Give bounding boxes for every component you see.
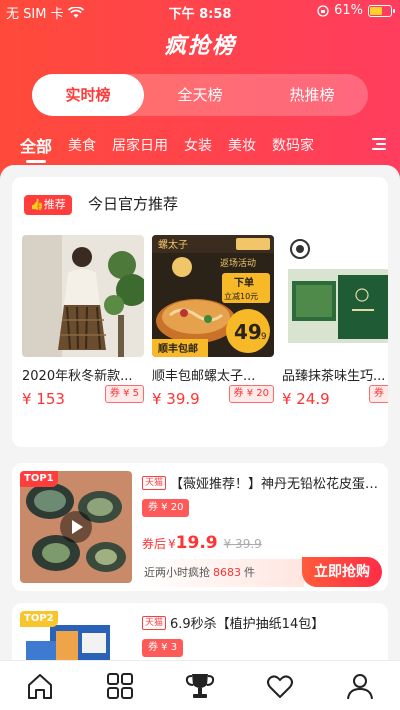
product-image[interactable] bbox=[282, 235, 388, 357]
category-tabs: 全部 美食 居家日用 女装 美妆 数码家 bbox=[0, 130, 400, 163]
coupon-badge: 券 ¥ 20 bbox=[228, 385, 274, 403]
sold-count: 8683 bbox=[213, 566, 241, 579]
orientation-lock-icon bbox=[317, 4, 329, 17]
category-household[interactable]: 居家日用 bbox=[112, 135, 168, 155]
category-digital[interactable]: 数码家 bbox=[272, 135, 314, 155]
product-name: 顺丰包邮螺太子... bbox=[152, 369, 256, 384]
product-title[interactable]: 6.9秒杀【植护抽纸14包】 bbox=[170, 613, 382, 632]
ranking-segment-control: 实时榜 全天榜 热推榜 bbox=[32, 74, 368, 116]
product-title[interactable]: 【薇娅推荐！】神丹无铅松花皮蛋2... bbox=[170, 473, 382, 492]
grid-icon[interactable] bbox=[100, 666, 140, 706]
final-price: 19.9 bbox=[175, 533, 218, 553]
original-price: ¥ 39.9 bbox=[223, 537, 262, 551]
bottom-tab-bar bbox=[0, 660, 400, 710]
list-item[interactable]: TOP2 天猫 6.9秒杀【植护抽纸14包】 券 ¥ 3 bbox=[12, 603, 388, 660]
coupon-badge: 券 ¥ 3 bbox=[142, 639, 184, 657]
coupon-badge: 券 ¥ 5 bbox=[104, 385, 144, 403]
after-coupon-label: 券后 bbox=[142, 537, 167, 551]
rank-badge: TOP1 bbox=[20, 471, 58, 487]
currency-symbol: ¥ bbox=[168, 537, 176, 551]
battery-percent: 61% bbox=[334, 3, 363, 18]
heart-icon[interactable] bbox=[260, 666, 300, 706]
thumbs-up-icon: 👍 bbox=[30, 198, 44, 211]
coupon-badge: 券 ¥ 20 bbox=[142, 499, 190, 517]
coupon-badge: 券 ¥ 3 bbox=[368, 385, 388, 403]
rank-badge: TOP2 bbox=[20, 611, 58, 627]
promo-tag-text: 返场活动 bbox=[220, 257, 256, 269]
list-item[interactable]: TOP1 天猫 【薇娅推荐！】神丹无铅松花皮蛋2... 券 ¥ 20 券后 ¥19… bbox=[12, 463, 388, 591]
product-image[interactable] bbox=[22, 235, 144, 357]
user-icon[interactable] bbox=[340, 666, 380, 706]
status-bar: 无 SIM 卡 下午 8:58 61% bbox=[0, 0, 400, 22]
trophy-icon[interactable] bbox=[180, 666, 220, 706]
shop-badge: 天猫 bbox=[142, 616, 167, 630]
product-image[interactable]: TOP2 bbox=[20, 611, 132, 660]
recommend-product[interactable]: 2020年秋冬新款... ¥ 153 券 ¥ 5 bbox=[22, 235, 144, 408]
promo-price-decimal: .9 bbox=[258, 332, 267, 342]
category-womens-wear[interactable]: 女装 bbox=[184, 135, 212, 155]
home-icon[interactable] bbox=[20, 666, 60, 706]
page-title: 疯抢榜 bbox=[163, 34, 236, 59]
product-name: 2020年秋冬新款... bbox=[22, 369, 133, 384]
sold-count-bar: 近两小时疯抢 8683 件 bbox=[138, 559, 304, 587]
product-image[interactable]: TOP1 bbox=[20, 471, 132, 583]
recommend-product[interactable]: 品臻抹茶味生巧... ¥ 24.9 券 ¥ 3 bbox=[282, 235, 388, 408]
product-name: 品臻抹茶味生巧... bbox=[282, 369, 386, 384]
buy-now-button[interactable]: 立即抢购 bbox=[302, 557, 382, 587]
category-menu-icon[interactable] bbox=[364, 132, 392, 156]
product-image[interactable]: 螺太子 返场活动 下单 立减10元 顺丰包邮 49 .9 bbox=[152, 235, 274, 357]
shop-badge: 天猫 bbox=[142, 476, 167, 490]
promo-cta-line2: 立减10元 bbox=[224, 291, 258, 301]
promo-brand-text: 螺太子 bbox=[158, 238, 188, 251]
category-beauty[interactable]: 美妆 bbox=[228, 135, 256, 155]
header: 无 SIM 卡 下午 8:58 61% 疯抢榜 实时榜 全天榜 热推榜 全部 美… bbox=[0, 0, 400, 185]
promo-cta-line1: 下单 bbox=[234, 276, 254, 289]
content-area: 👍推荐 今日官方推荐 2020年秋冬新款... ¥ 153 券 ¥ 5 螺太子 … bbox=[0, 165, 400, 660]
battery-icon bbox=[368, 4, 395, 17]
recommend-title: 今日官方推荐 bbox=[88, 195, 179, 213]
play-icon[interactable] bbox=[60, 511, 92, 543]
promo-ribbon-text: 顺丰包邮 bbox=[158, 342, 198, 355]
tab-all-day[interactable]: 全天榜 bbox=[144, 74, 256, 116]
recommend-badge: 👍推荐 bbox=[24, 195, 72, 215]
tab-realtime[interactable]: 实时榜 bbox=[32, 74, 144, 116]
recommend-product[interactable]: 螺太子 返场活动 下单 立减10元 顺丰包邮 49 .9 顺丰包邮螺太子... … bbox=[152, 235, 274, 408]
category-all[interactable]: 全部 bbox=[20, 133, 52, 163]
tab-hot-push[interactable]: 热推榜 bbox=[256, 74, 368, 116]
category-food[interactable]: 美食 bbox=[68, 135, 96, 155]
price-row: 券后 ¥19.9 ¥ 39.9 bbox=[142, 533, 262, 553]
official-recommend-card: 👍推荐 今日官方推荐 2020年秋冬新款... ¥ 153 券 ¥ 5 螺太子 … bbox=[12, 177, 388, 447]
